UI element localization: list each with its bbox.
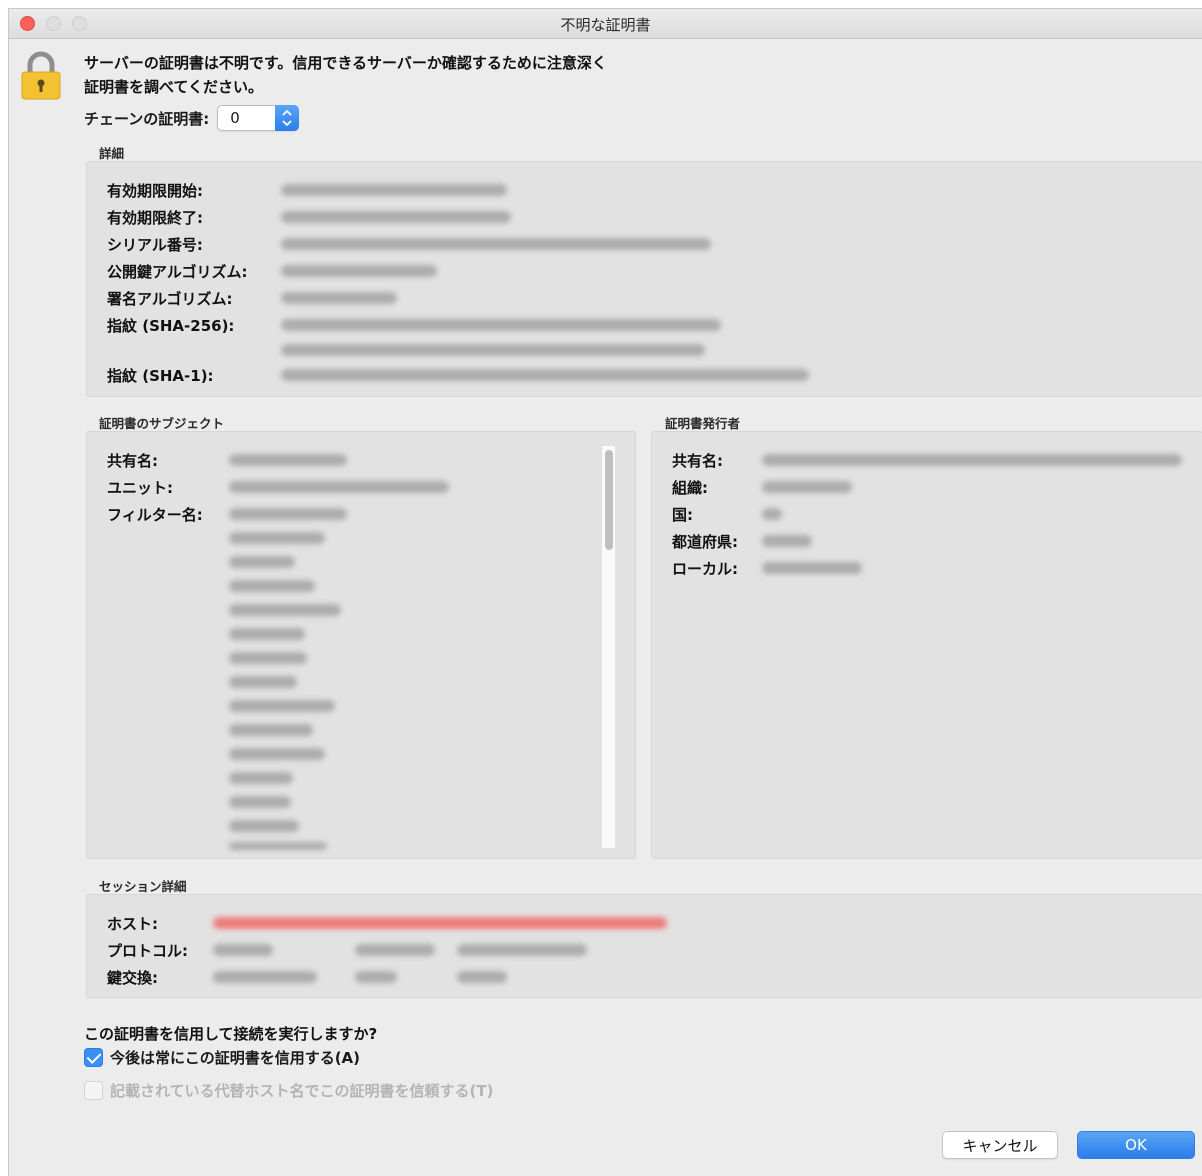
filter-name-item: [229, 676, 297, 688]
trust-alt-hosts-label: 記載されている代替ホスト名でこの証明書を信頼する(T): [110, 1081, 494, 1100]
filter-name-item: [229, 652, 307, 664]
window-title: 不明な証明書: [560, 16, 651, 34]
filter-name-item: [229, 772, 293, 784]
serial-label: シリアル番号:: [107, 236, 203, 254]
session-key-exchange-value-1: [213, 971, 317, 983]
valid-from-label: 有効期限開始:: [107, 182, 203, 200]
chevron-updown-icon[interactable]: [275, 105, 300, 131]
session-section-label: セッション詳細: [99, 879, 187, 894]
issuer-state-label: 都道府県:: [672, 533, 738, 551]
filter-name-item: [229, 842, 327, 850]
filter-name-item: [229, 580, 315, 592]
public-key-algorithm-value: [281, 265, 437, 277]
chain-row: チェーンの証明書: 0: [84, 105, 300, 131]
session-panel: ホスト: プロトコル: 鍵交換:: [86, 894, 1202, 998]
issuer-panel: 共有名: 組織: 国: 都道府県: ローカル:: [651, 431, 1202, 859]
fingerprint-sha1-value: [281, 369, 809, 381]
subject-section-label: 証明書のサブジェクト: [99, 416, 225, 431]
issuer-locality-label: ローカル:: [672, 560, 738, 578]
session-protocol-value-3: [457, 944, 587, 956]
subject-unit-value: [229, 481, 449, 493]
trust-alt-hosts-checkbox: [84, 1080, 103, 1100]
always-trust-checkbox[interactable]: [84, 1047, 103, 1067]
session-key-exchange-value-2: [355, 971, 397, 983]
session-protocol-value-1: [213, 944, 273, 956]
chain-value: 0: [230, 109, 240, 127]
filter-name-item: [229, 748, 325, 760]
warning-message-line1: サーバーの証明書は不明です。信用できるサーバーか確認するために注意深く: [84, 54, 607, 72]
issuer-locality-value: [762, 562, 862, 574]
issuer-common-name-label: 共有名:: [672, 452, 723, 470]
always-trust-label[interactable]: 今後は常にこの証明書を信用する(A): [110, 1047, 360, 1068]
filter-name-item: [229, 628, 305, 640]
session-key-exchange-value-3: [457, 971, 507, 983]
session-host-label: ホスト:: [107, 915, 158, 933]
filter-name-item: [229, 556, 295, 568]
fingerprint-sha256-label: 指紋 (SHA-256):: [107, 317, 235, 335]
trust-alt-hosts-option: 記載されている代替ホスト名でこの証明書を信頼する(T): [84, 1079, 494, 1101]
issuer-state-value: [762, 535, 812, 547]
subject-panel: 共有名: ユニット: フィルター名:: [86, 431, 636, 859]
lock-icon: [21, 51, 61, 100]
title-bar: 不明な証明書: [9, 9, 1202, 39]
subject-unit-label: ユニット:: [107, 479, 173, 497]
fingerprint-sha256-value-line2: [281, 344, 705, 356]
trust-question: この証明書を信用して接続を実行しますか?: [84, 1025, 378, 1043]
certificate-dialog: 不明な証明書 サーバーの証明書は不明です。信用できるサーバーか確認するために注意…: [8, 8, 1202, 1176]
session-host-value: [213, 917, 667, 929]
issuer-organization-label: 組織:: [672, 479, 708, 497]
subject-filter-name-value: [229, 508, 347, 520]
serial-value: [281, 238, 711, 250]
valid-to-value: [281, 211, 511, 223]
ok-button[interactable]: OK: [1077, 1131, 1195, 1159]
signature-algorithm-value: [281, 292, 397, 304]
public-key-algorithm-label: 公開鍵アルゴリズム:: [107, 263, 248, 281]
filter-name-item: [229, 796, 291, 808]
filter-name-item: [229, 604, 341, 616]
subject-common-name-label: 共有名:: [107, 452, 158, 470]
warning-message: サーバーの証明書は不明です。信用できるサーバーか確認するために注意深く 証明書を…: [84, 51, 607, 99]
always-trust-option[interactable]: 今後は常にこの証明書を信用する(A): [84, 1046, 360, 1068]
valid-to-label: 有効期限終了:: [107, 209, 203, 227]
filter-name-item: [229, 724, 313, 736]
valid-from-value: [281, 184, 507, 196]
issuer-country-value: [762, 508, 782, 520]
fingerprint-sha256-value-line1: [281, 319, 721, 331]
details-section-label: 詳細: [99, 146, 125, 161]
filter-name-item: [229, 532, 325, 544]
issuer-section-label: 証明書発行者: [665, 416, 741, 431]
filter-name-item: [229, 820, 299, 832]
cancel-button[interactable]: キャンセル: [942, 1131, 1058, 1159]
session-protocol-value-2: [355, 944, 435, 956]
chain-label: チェーンの証明書:: [84, 109, 210, 128]
subject-filter-name-label: フィルター名:: [107, 506, 203, 524]
session-key-exchange-label: 鍵交換:: [107, 969, 158, 987]
subject-common-name-value: [229, 454, 347, 466]
issuer-organization-value: [762, 481, 852, 493]
fingerprint-sha1-label: 指紋 (SHA-1):: [107, 367, 214, 385]
chain-certificate-select[interactable]: 0: [217, 105, 300, 131]
filter-name-item: [229, 700, 335, 712]
issuer-country-label: 国:: [672, 506, 693, 524]
issuer-common-name-value: [762, 454, 1182, 466]
warning-message-line2: 証明書を調べてください。: [84, 78, 263, 96]
subject-scroll-thumb[interactable]: [605, 450, 613, 550]
signature-algorithm-label: 署名アルゴリズム:: [107, 290, 233, 308]
session-protocol-label: プロトコル:: [107, 942, 188, 960]
subject-scrollbar[interactable]: [601, 446, 615, 848]
details-panel: 有効期限開始: 有効期限終了: シリアル番号: 公開鍵アルゴリズム: 署名アルゴ…: [86, 161, 1202, 397]
